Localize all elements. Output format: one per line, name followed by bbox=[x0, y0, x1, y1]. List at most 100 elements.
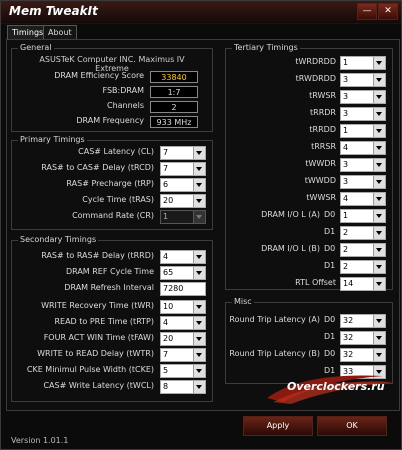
trrd-select[interactable]: 4 bbox=[160, 250, 206, 264]
title-bar: Mem TweakIt — ✕ bbox=[1, 1, 401, 24]
tfaw-select[interactable]: 20 bbox=[160, 332, 206, 346]
chevron-down-icon bbox=[193, 211, 205, 223]
rtl-a-d0-select[interactable]: 32 bbox=[340, 314, 386, 328]
twcl-select[interactable]: 8 bbox=[160, 380, 206, 394]
rtl-offset-value: 14 bbox=[343, 279, 354, 288]
tab-about[interactable]: About bbox=[43, 25, 77, 39]
twwdr-select[interactable]: 3 bbox=[340, 158, 386, 172]
chevron-down-icon bbox=[373, 332, 385, 344]
efficiency-value: 33840 bbox=[150, 71, 198, 83]
trcd-select[interactable]: 7 bbox=[160, 162, 206, 176]
io-a-d0-label: D0 bbox=[324, 210, 336, 219]
primary-title: Primary Timings bbox=[18, 135, 87, 144]
tertiary-title: Tertiary Timings bbox=[232, 43, 300, 52]
tcke-label: CKE Minimul Pulse Width (tCKE) bbox=[26, 365, 154, 374]
twcl-label: CAS# Write Latency (tWCL) bbox=[43, 381, 154, 390]
twtr-value: 7 bbox=[163, 350, 169, 359]
tertiary-timings-group: Tertiary Timings tWRDRDD 1 tRWDRDD 3 tRW… bbox=[225, 43, 393, 291]
trrdr-select[interactable]: 3 bbox=[340, 107, 386, 121]
twtr-select[interactable]: 7 bbox=[160, 348, 206, 362]
refresh-interval-input[interactable]: 7280 bbox=[160, 282, 206, 296]
twwdd-select[interactable]: 3 bbox=[340, 175, 386, 189]
trtp-value: 4 bbox=[163, 318, 169, 327]
chevron-down-icon bbox=[193, 365, 205, 377]
chevron-down-icon bbox=[373, 227, 385, 239]
trp-value: 6 bbox=[163, 180, 169, 189]
io-a-d1-select[interactable]: 2 bbox=[340, 226, 386, 240]
ref-cycle-select[interactable]: 65 bbox=[160, 266, 206, 280]
cl-value: 7 bbox=[163, 148, 169, 157]
tras-select[interactable]: 20 bbox=[160, 194, 206, 208]
chevron-down-icon bbox=[193, 333, 205, 345]
io-b-d1-select[interactable]: 2 bbox=[340, 260, 386, 274]
chevron-down-icon bbox=[193, 147, 205, 159]
io-b-d1-label: D1 bbox=[324, 261, 336, 270]
chevron-down-icon bbox=[193, 381, 205, 393]
chevron-down-icon bbox=[373, 91, 385, 103]
apply-button[interactable]: Apply bbox=[243, 416, 313, 436]
trrdd-select[interactable]: 1 bbox=[340, 124, 386, 138]
cr-select[interactable]: 1 bbox=[160, 210, 206, 224]
chevron-down-icon bbox=[373, 142, 385, 154]
close-button[interactable]: ✕ bbox=[378, 3, 398, 20]
io-b-d0-select[interactable]: 2 bbox=[340, 243, 386, 257]
trcd-value: 7 bbox=[163, 164, 169, 173]
io-a-d1-value: 2 bbox=[343, 228, 349, 237]
secondary-title: Secondary Timings bbox=[18, 235, 99, 244]
secondary-timings-group: Secondary Timings RAS# to RAS# Delay (tR… bbox=[11, 235, 213, 402]
twtr-label: WRITE to READ Delay (tWTR) bbox=[37, 349, 154, 358]
ref-cycle-value: 65 bbox=[163, 268, 174, 277]
trrd-value: 4 bbox=[163, 252, 169, 261]
tcke-value: 5 bbox=[163, 366, 169, 375]
chevron-down-icon bbox=[373, 315, 385, 327]
trtp-select[interactable]: 4 bbox=[160, 316, 206, 330]
trwsr-select[interactable]: 3 bbox=[340, 90, 386, 104]
rtl-a-label: Round Trip Latency (A) bbox=[229, 315, 320, 324]
cl-select[interactable]: 7 bbox=[160, 146, 206, 160]
io-b-label: DRAM I/O L (B) bbox=[261, 244, 320, 253]
chevron-down-icon bbox=[193, 301, 205, 313]
trrsr-select[interactable]: 4 bbox=[340, 141, 386, 155]
minimize-button[interactable]: — bbox=[357, 3, 377, 20]
chevron-down-icon bbox=[373, 159, 385, 171]
rtl-a-d1-label: D1 bbox=[324, 332, 336, 341]
trrsr-value: 4 bbox=[343, 143, 349, 152]
twwsr-value: 4 bbox=[343, 194, 349, 203]
channels-value: 2 bbox=[150, 101, 198, 113]
twcl-value: 8 bbox=[163, 382, 169, 391]
dram-frequency-value: 933 MHz bbox=[150, 116, 198, 128]
twwdr-label: tWWDR bbox=[305, 159, 336, 168]
rtl-b-d0-select[interactable]: 32 bbox=[340, 348, 386, 362]
twwdd-value: 3 bbox=[343, 177, 349, 186]
tras-label: Cycle Time (tRAS) bbox=[82, 195, 154, 204]
rtl-offset-select[interactable]: 14 bbox=[340, 277, 386, 291]
general-title: General bbox=[18, 43, 54, 52]
trtp-label: READ to PRE Time (tRTP) bbox=[54, 317, 154, 326]
twrdrdd-label: tWRDRDD bbox=[295, 57, 336, 66]
trwdrdd-select[interactable]: 3 bbox=[340, 73, 386, 87]
twwsr-select[interactable]: 4 bbox=[340, 192, 386, 206]
ok-button[interactable]: OK bbox=[317, 416, 387, 436]
io-a-d0-value: 1 bbox=[343, 211, 349, 220]
trwsr-value: 3 bbox=[343, 92, 349, 101]
twr-value: 10 bbox=[163, 302, 174, 311]
twwdd-label: tWWDD bbox=[304, 176, 336, 185]
trp-select[interactable]: 6 bbox=[160, 178, 206, 192]
chevron-down-icon bbox=[373, 125, 385, 137]
app-title: Mem TweakIt bbox=[9, 4, 98, 18]
io-a-label: DRAM I/O L (A) bbox=[261, 210, 320, 219]
trwsr-label: tRWSR bbox=[309, 91, 336, 100]
rtl-a-d1-select[interactable]: 32 bbox=[340, 331, 386, 345]
chevron-down-icon bbox=[193, 163, 205, 175]
chevron-down-icon bbox=[193, 195, 205, 207]
twwdr-value: 3 bbox=[343, 160, 349, 169]
twr-select[interactable]: 10 bbox=[160, 300, 206, 314]
chevron-down-icon bbox=[373, 193, 385, 205]
trrdd-label: tRRDD bbox=[309, 125, 336, 134]
io-a-d0-select[interactable]: 1 bbox=[340, 209, 386, 223]
ref-cycle-label: DRAM REF Cycle Time bbox=[65, 267, 154, 276]
twrdrdd-value: 1 bbox=[343, 58, 349, 67]
tcke-select[interactable]: 5 bbox=[160, 364, 206, 378]
chevron-down-icon bbox=[373, 74, 385, 86]
twrdrdd-select[interactable]: 1 bbox=[340, 56, 386, 70]
